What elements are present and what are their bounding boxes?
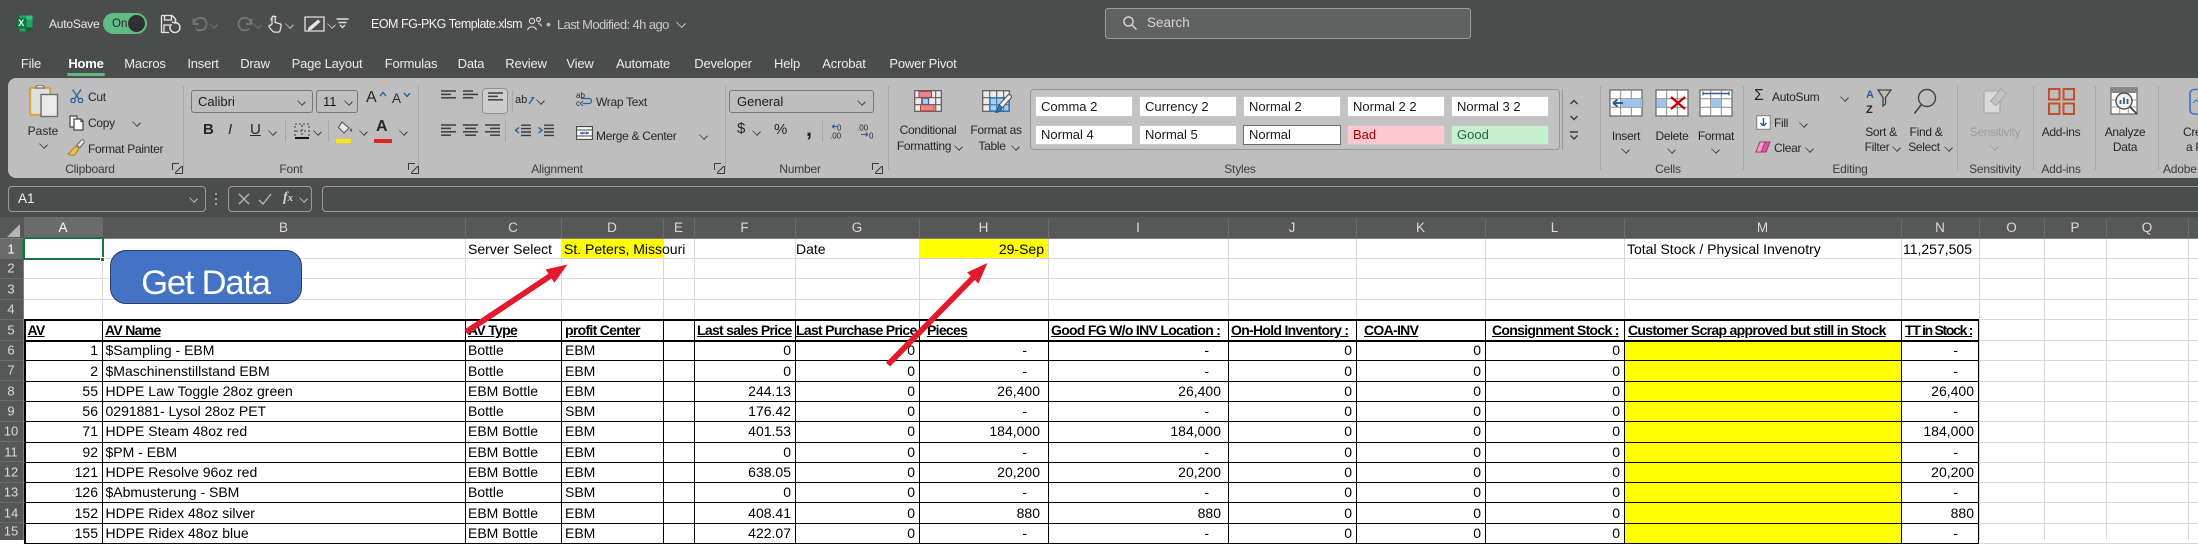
svg-text:ab: ab xyxy=(515,94,527,106)
svg-text:.00: .00 xyxy=(857,124,869,133)
svg-text:0: 0 xyxy=(869,132,874,140)
svg-text:A: A xyxy=(1866,89,1874,101)
svg-text:Z: Z xyxy=(1866,104,1873,115)
svg-text:c: c xyxy=(576,99,580,107)
svg-text:.00: .00 xyxy=(830,132,842,140)
svg-text:X: X xyxy=(18,18,24,28)
